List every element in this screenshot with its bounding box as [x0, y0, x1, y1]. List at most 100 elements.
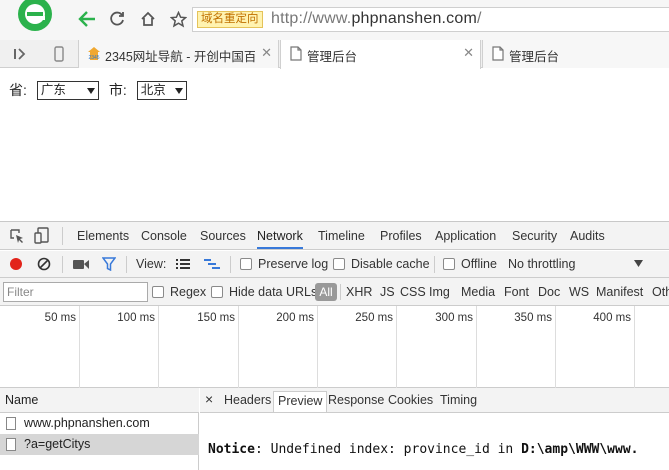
star-icon	[169, 10, 187, 27]
tab-timing[interactable]: Timing	[440, 393, 477, 407]
mobile-icon	[54, 46, 64, 62]
page-content: 省: 广东 市: 北京	[0, 69, 669, 221]
mobile-view-button[interactable]	[49, 44, 69, 64]
regex-label: Regex	[170, 285, 207, 299]
disable-cache-label: Disable cache	[351, 257, 430, 271]
checkbox-box[interactable]	[333, 258, 345, 270]
tab-timeline[interactable]: Timeline	[318, 229, 365, 243]
page-icon	[492, 46, 504, 61]
tab-response[interactable]: Response	[328, 393, 384, 407]
filter-type-font[interactable]: Font	[504, 285, 529, 299]
request-detail: × Headers Preview Response Cookies Timin…	[200, 388, 669, 470]
checkbox-box[interactable]	[443, 258, 455, 270]
province-select[interactable]: 广东	[36, 80, 99, 100]
close-detail-icon[interactable]: ×	[205, 391, 213, 407]
filter-type-doc[interactable]: Doc	[538, 285, 560, 299]
timeline-tick-label: 300 ms	[435, 312, 473, 324]
browser-toolbar: 域名重定向 http://www.phpnanshen.com/	[0, 0, 669, 40]
filter-type-all[interactable]: All	[315, 283, 337, 301]
tab-profiles[interactable]: Profiles	[380, 229, 422, 243]
url-prefix: http://www.	[271, 10, 352, 27]
tab-network[interactable]: Network	[257, 229, 303, 249]
tab-preview[interactable]: Preview	[273, 391, 328, 412]
2345-favicon-icon: 2345	[88, 47, 100, 61]
waterfall-overview-icon[interactable]	[204, 258, 220, 270]
network-overview[interactable]: 50 ms 100 ms 150 ms 200 ms 250 ms 300 ms…	[0, 306, 669, 388]
inspect-element-icon[interactable]	[9, 228, 25, 244]
timeline-tick-label: 200 ms	[276, 312, 314, 324]
device-mode-icon[interactable]	[34, 227, 50, 244]
svg-text:2345: 2345	[88, 55, 99, 61]
toolbar-divider	[62, 256, 63, 273]
home-button[interactable]	[137, 8, 159, 30]
checkbox-box[interactable]	[211, 286, 223, 298]
tab-console[interactable]: Console	[141, 229, 187, 243]
filter-input[interactable]: Filter	[3, 282, 148, 302]
hide-data-urls-label: Hide data URLs	[229, 285, 318, 299]
tab-2345[interactable]: 2345 2345网址导航 - 开创中国百 ✕	[78, 40, 279, 68]
tab-close-icon[interactable]: ✕	[463, 46, 474, 60]
tab-sources[interactable]: Sources	[200, 229, 246, 243]
url-text[interactable]: http://www.phpnanshen.com/	[271, 10, 482, 28]
city-select-value: 北京	[140, 82, 166, 97]
filter-type-ws[interactable]: WS	[569, 285, 589, 299]
disable-cache-checkbox[interactable]: Disable cache	[333, 257, 430, 271]
request-row-selected[interactable]: ?a=getCitys	[0, 434, 199, 455]
filter-type-js[interactable]: JS	[380, 285, 395, 299]
redirect-badge[interactable]: 域名重定向	[197, 11, 263, 28]
filter-type-media[interactable]: Media	[461, 285, 495, 299]
large-rows-icon[interactable]	[176, 258, 190, 270]
request-row[interactable]: www.phpnanshen.com	[0, 413, 199, 434]
offline-checkbox[interactable]: Offline	[443, 257, 497, 271]
province-select-value: 广东	[40, 82, 66, 97]
tab-close-icon[interactable]: ✕	[261, 46, 272, 60]
timeline-tick-label: 350 ms	[514, 312, 552, 324]
filter-type-xhr[interactable]: XHR	[346, 285, 372, 299]
throttling-select[interactable]: No throttling	[508, 257, 575, 271]
reload-button[interactable]	[106, 8, 128, 30]
tab-admin-1[interactable]: 管理后台 ✕	[280, 40, 481, 69]
checkbox-box[interactable]	[240, 258, 252, 270]
dropdown-arrow-icon[interactable]	[634, 260, 643, 267]
city-label: 市:	[108, 82, 127, 98]
tab-application[interactable]: Application	[435, 229, 496, 243]
bookmark-star-button[interactable]	[167, 8, 189, 30]
filter-icon[interactable]	[102, 257, 116, 271]
network-controls: View: Preserve log Disable cache Offline…	[0, 251, 669, 278]
tab-audits[interactable]: Audits	[570, 229, 605, 243]
preview-content: Notice: Undefined index: province_id in …	[208, 442, 638, 457]
capture-screenshots-icon[interactable]	[73, 259, 89, 270]
timeline-tick: 400 ms	[556, 306, 635, 388]
hide-data-urls-checkbox[interactable]: Hide data URLs	[211, 285, 317, 299]
city-select[interactable]: 北京	[136, 80, 187, 100]
tab-security[interactable]: Security	[512, 229, 557, 243]
back-button[interactable]	[76, 8, 98, 30]
timeline-tick-label: 50 ms	[44, 312, 76, 324]
tab-label: 管理后台	[509, 50, 560, 64]
sidebar-toggle-icon	[14, 48, 26, 60]
offline-label: Offline	[461, 257, 497, 271]
address-bar[interactable]: 域名重定向 http://www.phpnanshen.com/	[192, 7, 669, 32]
tab-cookies[interactable]: Cookies	[388, 393, 433, 407]
checkbox-box[interactable]	[152, 286, 164, 298]
filter-type-manifest[interactable]: Manifest	[596, 285, 643, 299]
request-list: Name www.phpnanshen.com ?a=getCitys	[0, 388, 199, 470]
timeline-tick-label: 150 ms	[197, 312, 235, 324]
filter-bar: Filter Regex Hide data URLs All XHR JS C…	[0, 278, 669, 306]
toolbar-divider	[126, 256, 127, 273]
record-icon[interactable]	[9, 257, 23, 271]
filter-type-img[interactable]: Img	[429, 285, 450, 299]
filter-type-other[interactable]: Oth	[652, 285, 669, 299]
toolbar-divider	[434, 256, 435, 273]
clear-icon[interactable]	[37, 257, 51, 271]
filter-type-css[interactable]: CSS	[400, 285, 426, 299]
tab-admin-2[interactable]: 管理后台	[482, 40, 669, 68]
preserve-log-checkbox[interactable]: Preserve log	[240, 257, 328, 271]
timeline-tick: 50 ms	[0, 306, 80, 388]
timeline-tick-label: 100 ms	[117, 312, 155, 324]
sidebar-toggle-button[interactable]	[10, 44, 30, 64]
tab-headers[interactable]: Headers	[224, 393, 271, 407]
request-list-header[interactable]: Name	[0, 388, 199, 413]
regex-checkbox[interactable]: Regex	[152, 285, 206, 299]
tab-elements[interactable]: Elements	[77, 229, 129, 243]
